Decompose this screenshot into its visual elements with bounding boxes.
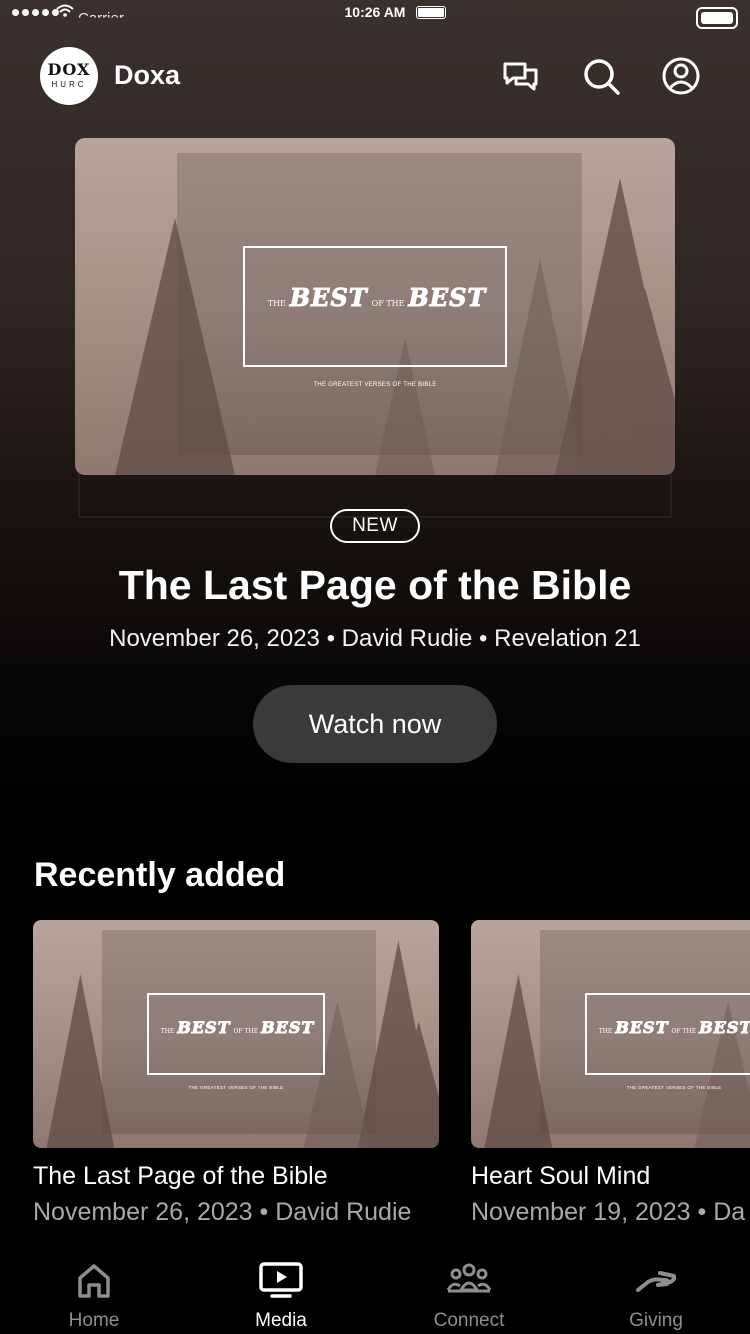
media-thumbnail[interactable]: THE BEST OF THE BEST THE GREATEST VERSES OF… (33, 920, 439, 1148)
media-card-title: Heart Soul Mind (471, 1162, 651, 1190)
search-icon[interactable] (581, 56, 621, 96)
home-icon (78, 1264, 110, 1298)
watch-now-button[interactable]: Watch now (253, 685, 497, 763)
tab-label: Home (68, 1310, 120, 1331)
app-title: Doxa (114, 60, 181, 90)
tab-bar: Home Media Connect Giving (0, 1244, 750, 1334)
chat-icon[interactable] (501, 56, 541, 96)
media-icon (259, 1262, 303, 1298)
media-card-meta: November 26, 2023 • David Rudie (33, 1198, 412, 1226)
artwork-title: THE BEST OF THE BEST (267, 282, 487, 312)
tab-label: Media (255, 1310, 307, 1331)
artwork-subtitle: THE GREATEST VERSES OF THE BIBLE (626, 1085, 722, 1091)
people-icon (447, 1263, 491, 1293)
tab-label: Connect (433, 1310, 505, 1331)
hero-artwork[interactable]: THE BEST OF THE BEST THE GREATEST VERSES OF… (75, 138, 675, 475)
tab-media[interactable]: Media (187, 1244, 375, 1334)
profile-icon[interactable] (661, 56, 701, 96)
media-card[interactable]: THE BEST OF THE BEST THE GREATEST VERSES OF… (471, 920, 750, 1250)
artwork-subtitle: THE GREATEST VERSES OF THE BIBLE (313, 382, 437, 389)
tab-home[interactable]: Home (0, 1244, 188, 1334)
media-thumbnail[interactable]: THE BEST OF THE BEST THE GREATEST VERSES OF… (471, 920, 750, 1148)
media-card[interactable]: THE BEST OF THE BEST THE GREATEST VERSES OF… (33, 920, 439, 1226)
battery-icon-large (696, 7, 738, 29)
tab-connect[interactable]: Connect (375, 1244, 563, 1334)
tab-giving[interactable]: Giving (562, 1244, 750, 1334)
tab-label: Giving (629, 1310, 683, 1331)
status-bar: Carrier 10:26 AM (0, 0, 750, 30)
hero-meta: November 26, 2023 • David Rudie • Revela… (109, 625, 641, 652)
media-card-meta: November 19, 2023 • Da (471, 1198, 746, 1226)
app-header: DOX HURC Doxa (0, 40, 750, 112)
artwork-title: THE BEST OF THE BEST (160, 1018, 315, 1038)
hero-title: The Last Page of the Bible (118, 562, 632, 608)
status-time: 10:26 AM (344, 4, 406, 20)
artwork-subtitle: THE GREATEST VERSES OF THE BIBLE (188, 1085, 284, 1091)
artwork-title: THE BEST OF THE BEST (598, 1018, 750, 1038)
church-logo[interactable]: DOX HURC (40, 47, 98, 105)
new-badge: NEW (330, 509, 420, 543)
media-card-title: The Last Page of the Bible (33, 1162, 328, 1190)
logo-subtext: HURC (51, 80, 87, 89)
logo-text: DOX (47, 60, 91, 79)
giving-hand-icon (636, 1271, 677, 1292)
battery-icon (416, 6, 446, 19)
section-title-recently-added: Recently added (34, 856, 286, 894)
